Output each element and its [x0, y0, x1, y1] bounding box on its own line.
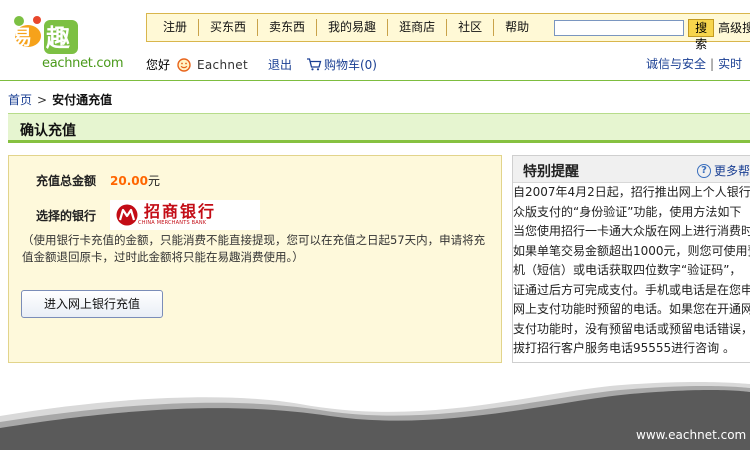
footer-separator: | [342, 418, 347, 432]
footer-about[interactable]: 关于易趣 [62, 418, 110, 432]
right-links: 诚信与安全 | 实时 [646, 55, 742, 72]
notice-line: 如果单笔交易金额超出1000元，则您可使用预 [513, 243, 750, 258]
amount-row: 充值总金额 20.00元 [36, 172, 160, 189]
username: Eachnet [197, 57, 248, 72]
footer-separator: | [150, 418, 155, 432]
bank-label: 选择的银行 [36, 208, 97, 223]
eachnet-logo-mark: 易 趣 [12, 16, 78, 54]
help-icon: ? [697, 163, 711, 178]
footer-register[interactable]: 注册 [122, 418, 146, 432]
notice-line: 自2007年4月2日起，招行推出网上个人银行 [513, 185, 750, 199]
eachnet-logo[interactable]: 易 趣 eachnet.com [6, 12, 124, 74]
refund-note: （使用银行卡充值的金额，只能消费不能直接提现，您可以在充值之日起57天内，申请将… [22, 233, 486, 264]
notice-line: 众版支付的“身份验证”功能，使用方法如下 [513, 204, 742, 219]
site-watermark: www.eachnet.com [636, 428, 747, 442]
notice-line: 支付功能时，没有预留电话或预留电话错误， [513, 321, 750, 336]
trust-safety-link[interactable]: 诚信与安全 [646, 57, 706, 71]
more-help-label: 更多帮 [714, 164, 750, 178]
amount-unit: 元 [147, 174, 160, 188]
footer-links: 关于易趣 | 注册 | 公告 | 易趣助理下载 | 诚信与安全 | eBay全球网站 [62, 416, 428, 433]
search-button[interactable]: 搜索 [688, 18, 715, 51]
special-notice-panel: 特别提醒 ? 更多帮 自2007年4月2日起，招行推出网上个人银行 众版支付的“… [512, 155, 750, 363]
notice-title: 特别提醒 [523, 164, 579, 180]
bank-name: 招商银行 [144, 202, 217, 221]
nav-community[interactable]: 社区 [447, 19, 495, 36]
breadcrumb: 首页 > 安付通充值 [8, 91, 112, 108]
footer-ebay-global[interactable]: eBay全球网站 [350, 418, 428, 432]
online-bank-recharge-button[interactable]: 进入网上银行充值 [21, 290, 163, 318]
svg-text:趣: 趣 [45, 24, 71, 52]
bank-row: 选择的银行 招商银行 CHINA MERCHANTS BANK [36, 200, 261, 230]
footer-separator: | [270, 418, 275, 432]
cart-label: 购物车(0) [323, 58, 377, 72]
realtime-link[interactable]: 实时 [718, 57, 742, 71]
top-navigation: 注册 买东西 卖东西 我的易趣 逛商店 社区 帮助 搜索 高级搜 [146, 13, 750, 51]
breadcrumb-home[interactable]: 首页 [8, 93, 32, 107]
svg-text:易: 易 [12, 25, 32, 49]
cart-icon [306, 58, 322, 71]
greeting-text: 您好 [146, 58, 171, 72]
notice-line: 当您使用招行一卡通大众版在网上进行消费时 [513, 224, 750, 238]
advanced-search-link[interactable]: 高级搜 [718, 19, 750, 36]
cmb-bank-logo: 招商银行 CHINA MERCHANTS BANK [110, 200, 261, 230]
notice-line: 机（短信）或电话获取四位数字“验证码”， [513, 263, 742, 277]
link-separator: | [710, 57, 715, 71]
nav-buy[interactable]: 买东西 [199, 19, 259, 36]
footer-trust-safety[interactable]: 诚信与安全 [278, 418, 338, 432]
nav-stores[interactable]: 逛商店 [388, 19, 448, 36]
nav-register[interactable]: 注册 [147, 19, 200, 36]
bank-name-en: CHINA MERCHANTS BANK [138, 220, 207, 226]
recharge-confirm-panel: 充值总金额 20.00元 选择的银行 招商银行 CHINA MERCHANTS B… [8, 155, 502, 363]
cmb-logo-icon [116, 204, 138, 226]
header-divider [0, 80, 750, 81]
nav-help[interactable]: 帮助 [494, 19, 540, 36]
amount-label: 充值总金额 [36, 174, 97, 188]
breadcrumb-current: 安付通充值 [52, 93, 113, 107]
footer-assistant-download[interactable]: 易趣助理下载 [194, 418, 266, 432]
notice-line: 证通过后方可完成支付。手机或电话是在您申 [513, 282, 750, 297]
section-header: 确认充值 [8, 113, 750, 143]
notice-body: 自2007年4月2日起，招行推出网上个人银行 众版支付的“身份验证”功能，使用方… [513, 183, 750, 359]
notice-line: 拔打招行客户服务电话95555进行咨询 。 [513, 341, 735, 355]
cart-link[interactable]: 购物车(0) [306, 56, 377, 73]
footer-separator: | [186, 418, 191, 432]
notice-line: 网上支付功能时预留的电话。如果您在开通网 [513, 302, 750, 316]
logout-link[interactable]: 退出 [268, 56, 292, 73]
search-input[interactable] [554, 19, 685, 36]
notice-header: 特别提醒 ? 更多帮 [513, 156, 750, 183]
nav-sell[interactable]: 卖东西 [258, 19, 318, 36]
page-title: 确认充值 [20, 123, 76, 139]
nav-my-eachnet[interactable]: 我的易趣 [317, 19, 389, 36]
footer-separator: | [114, 418, 119, 432]
smiley-icon [177, 57, 191, 72]
more-help-link[interactable]: ? 更多帮 [697, 162, 750, 179]
amount-value: 20.00 [110, 174, 148, 188]
user-bar: 您好 Eachnet 退出 购物车(0) [146, 56, 377, 73]
breadcrumb-separator: > [37, 93, 48, 107]
footer-announcement[interactable]: 公告 [158, 418, 182, 432]
logo-subtitle: eachnet.com [42, 56, 124, 71]
